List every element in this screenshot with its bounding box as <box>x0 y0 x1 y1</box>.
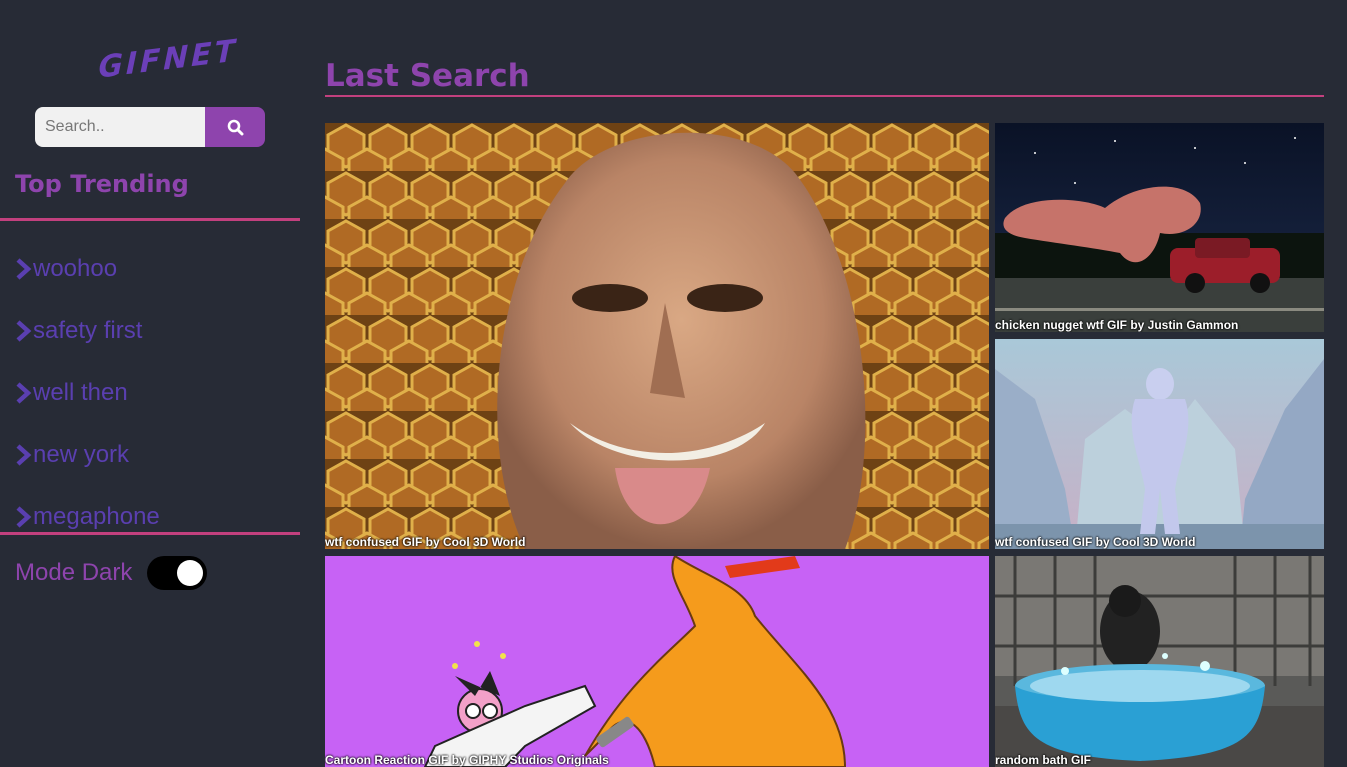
trending-item-label: well then <box>33 379 128 406</box>
trending-item-woohoo[interactable]: woohoo <box>15 238 160 300</box>
gif-image <box>995 556 1324 767</box>
gif-image <box>995 339 1324 549</box>
trending-item-well-then[interactable]: well then <box>15 362 160 424</box>
dark-mode-row: Mode Dark <box>15 556 208 590</box>
gif-caption: Cartoon Reaction GIF by GIPHY Studios Or… <box>325 753 609 767</box>
gif-card[interactable]: Cartoon Reaction GIF by GIPHY Studios Or… <box>325 556 989 767</box>
gif-image <box>325 123 989 549</box>
chevron-right-icon <box>16 444 32 466</box>
trending-item-safety-first[interactable]: safety first <box>15 300 160 362</box>
dark-mode-label: Mode Dark <box>15 559 133 586</box>
gif-card[interactable]: random bath GIF <box>995 556 1324 767</box>
gif-card[interactable]: chicken nugget wtf GIF by Justin Gammon <box>995 123 1324 332</box>
trending-item-label: woohoo <box>33 255 118 282</box>
gif-caption: chicken nugget wtf GIF by Justin Gammon <box>995 318 1239 332</box>
gif-card[interactable]: wtf confused GIF by Cool 3D World <box>995 339 1324 549</box>
gif-image <box>325 556 989 767</box>
chevron-right-icon <box>16 258 32 280</box>
trending-item-label: megaphone <box>33 503 160 530</box>
app-logo[interactable]: GIFNET <box>98 33 238 85</box>
chevron-right-icon <box>16 382 32 404</box>
sidebar: GIFNET Top Trending woohoo safety first <box>0 0 300 767</box>
search-form <box>35 107 265 147</box>
trending-item-new-york[interactable]: new york <box>15 424 160 486</box>
trending-item-label: safety first <box>33 317 143 344</box>
trending-divider-top <box>0 218 300 221</box>
page-title: Last Search <box>325 58 530 94</box>
chevron-right-icon <box>16 506 32 528</box>
toggle-knob <box>177 560 204 586</box>
chevron-right-icon <box>16 320 32 342</box>
trending-item-label: new york <box>33 441 130 468</box>
dark-mode-toggle[interactable] <box>147 556 208 590</box>
trending-divider-bottom <box>0 532 300 535</box>
gif-card[interactable]: wtf confused GIF by Cool 3D World <box>325 123 989 549</box>
gif-caption: wtf confused GIF by Cool 3D World <box>995 535 1196 549</box>
search-icon <box>227 119 243 135</box>
trending-item-megaphone[interactable]: megaphone <box>15 486 160 548</box>
gif-caption: wtf confused GIF by Cool 3D World <box>325 535 526 549</box>
search-button[interactable] <box>205 107 265 147</box>
gif-image <box>995 123 1324 332</box>
search-input[interactable] <box>35 107 205 147</box>
trending-title: Top Trending <box>15 170 189 198</box>
trending-list: woohoo safety first well then new york m… <box>15 238 160 548</box>
title-divider <box>325 95 1324 97</box>
gif-caption: random bath GIF <box>995 753 1091 767</box>
